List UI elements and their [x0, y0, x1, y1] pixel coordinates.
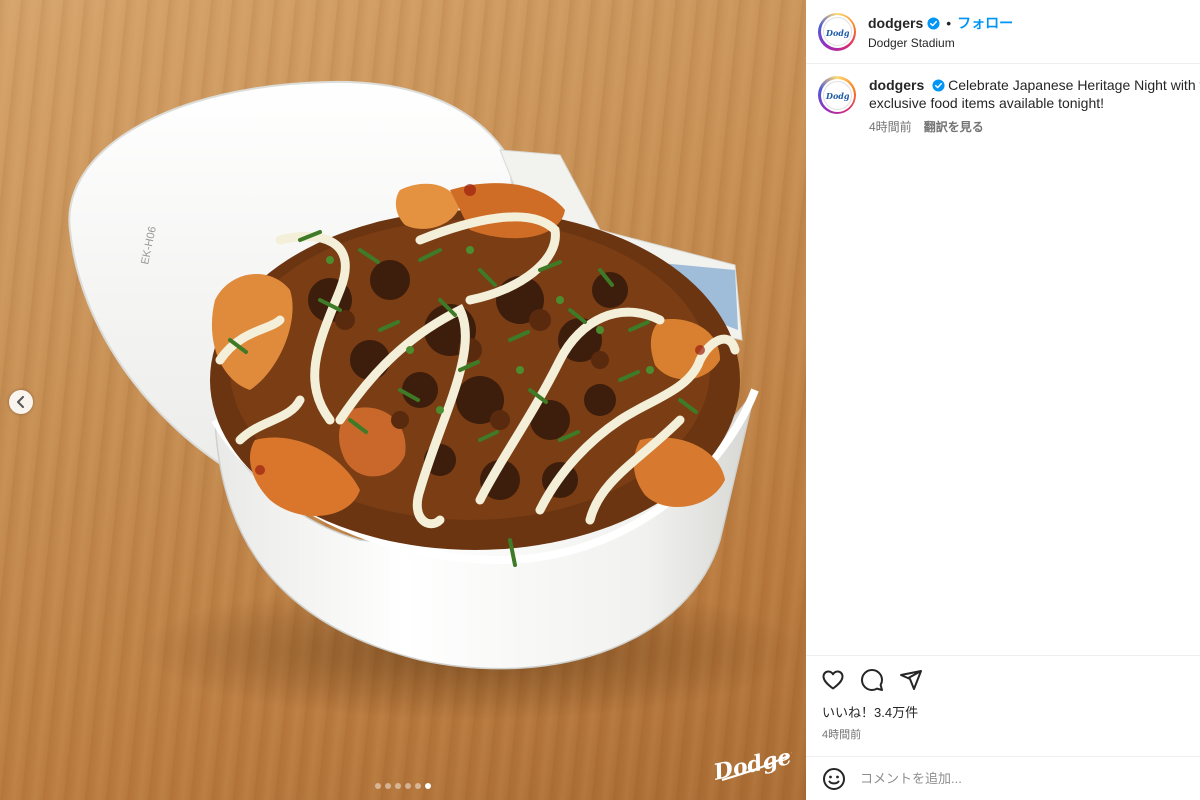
dodgers-watermark-logo: Dodgers	[712, 739, 792, 786]
caption-timestamp[interactable]: 4時間前	[869, 118, 912, 135]
svg-text:Dodgers: Dodgers	[825, 28, 849, 38]
food-photo: EK-H06	[68, 80, 800, 720]
previous-slide-button[interactable]	[9, 390, 33, 414]
carousel-dot-active	[425, 783, 431, 789]
heart-icon[interactable]	[821, 668, 845, 692]
post-sidebar: Dodgers dodgers • フォロー Dodger Stadium	[806, 0, 1200, 800]
post-caption: Dodgers dodgers Celebrate Japanese Herit…	[806, 64, 1200, 135]
comment-input[interactable]	[860, 771, 1160, 786]
dodgers-logo-icon: Dodgers	[825, 28, 849, 38]
carousel-dot	[375, 783, 381, 789]
verified-badge-icon	[927, 16, 940, 30]
carousel-dot	[385, 783, 391, 789]
post-header: Dodgers dodgers • フォロー Dodger Stadium	[806, 0, 1200, 64]
carousel-indicator	[0, 783, 806, 789]
post-actions-section: いいね！3.4万件 4時間前	[806, 655, 1200, 742]
share-icon[interactable]	[899, 668, 923, 692]
like-count[interactable]: いいね！3.4万件	[806, 692, 1200, 721]
comment-icon[interactable]	[860, 668, 884, 692]
follow-button[interactable]: フォロー	[957, 13, 1013, 33]
verified-badge-icon	[932, 79, 945, 92]
avatar[interactable]: Dodgers	[818, 76, 856, 114]
see-translation-button[interactable]: 翻訳を見る	[924, 118, 984, 135]
emoji-icon[interactable]	[822, 767, 846, 791]
post-timestamp[interactable]: 4時間前	[806, 721, 1200, 742]
carousel-dot	[405, 783, 411, 789]
separator-dot: •	[946, 15, 952, 31]
carousel-dot	[415, 783, 421, 789]
comment-bar	[806, 756, 1200, 800]
chevron-left-icon	[17, 396, 24, 408]
dodgers-logo-icon: Dodgers	[825, 91, 849, 101]
caption-username[interactable]: dodgers	[869, 77, 924, 93]
caption-text-line1: Celebrate Japanese Heritage Night with t…	[948, 77, 1200, 93]
caption-text-line2: exclusive food items available tonight!	[869, 95, 1105, 111]
carousel-dot	[395, 783, 401, 789]
avatar[interactable]: Dodgers	[818, 12, 856, 51]
post-username[interactable]: dodgers	[868, 15, 923, 31]
post-location[interactable]: Dodger Stadium	[868, 36, 1013, 50]
post-media: EK-H06 Dodgers	[0, 0, 806, 800]
svg-text:Dodgers: Dodgers	[825, 91, 849, 101]
